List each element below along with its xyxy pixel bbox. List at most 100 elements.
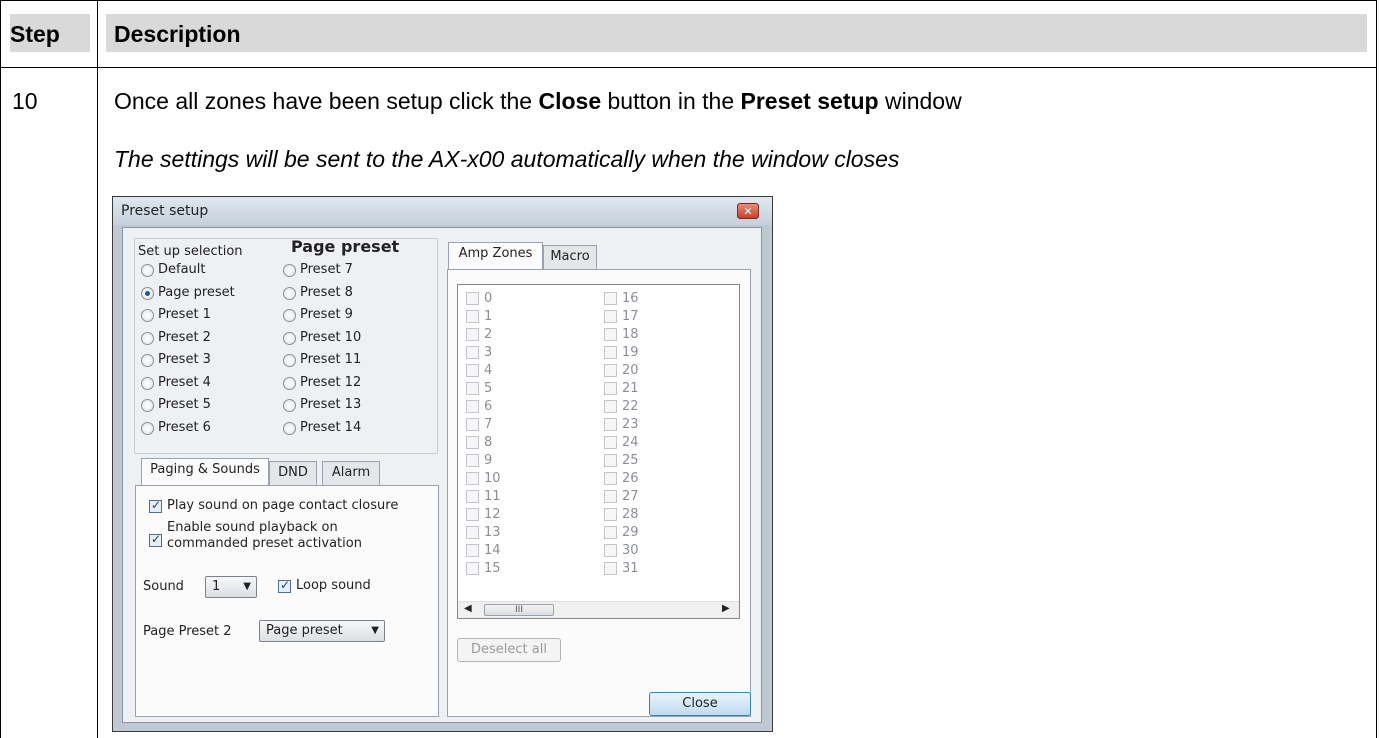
- zone-checkbox[interactable]: [604, 436, 617, 449]
- zone-label: 18: [622, 327, 639, 342]
- zone-checkbox[interactable]: [466, 454, 479, 467]
- preset-radio[interactable]: [283, 376, 296, 390]
- preset-radio[interactable]: [141, 331, 154, 345]
- zone-label: 21: [622, 381, 639, 396]
- enable-playback-checkbox[interactable]: [149, 532, 162, 547]
- table-border-right: [1376, 0, 1377, 738]
- preset-radio-label: Preset 4: [158, 374, 211, 390]
- page-preset-select[interactable]: Page preset ▼: [259, 620, 385, 642]
- zone-checkbox[interactable]: [466, 346, 479, 359]
- step-number: 10: [12, 88, 38, 114]
- zone-label: 4: [484, 363, 493, 378]
- sound-select-value: 1: [212, 579, 221, 594]
- zone-checkbox[interactable]: [466, 310, 479, 323]
- zone-checkbox[interactable]: [604, 310, 617, 323]
- preset-radio[interactable]: [141, 286, 154, 300]
- preset-radio[interactable]: [141, 354, 154, 367]
- preset-radio[interactable]: [283, 399, 296, 412]
- chevron-down-icon: ▼: [371, 625, 379, 636]
- page-preset-select-value: Page preset: [266, 623, 343, 638]
- zone-label: 20: [622, 363, 639, 378]
- zone-checkbox[interactable]: [604, 508, 617, 521]
- zone-checkbox[interactable]: [466, 562, 479, 575]
- zone-label: 29: [622, 525, 639, 540]
- scroll-left-icon[interactable]: ◀: [464, 603, 472, 614]
- deselect-all-button[interactable]: Deselect all: [457, 638, 561, 662]
- tab-macro-label: Macro: [550, 249, 590, 264]
- scroll-thumb-grip: III: [515, 605, 523, 615]
- preset-radio[interactable]: [141, 309, 154, 322]
- zone-checkbox[interactable]: [466, 472, 479, 485]
- zone-checkbox[interactable]: [466, 526, 479, 539]
- zone-checkbox[interactable]: [466, 364, 479, 377]
- zone-label: 13: [484, 525, 501, 540]
- tab-paging-sounds[interactable]: Paging & Sounds: [141, 458, 269, 485]
- zone-checkbox[interactable]: [466, 292, 479, 305]
- zone-checkbox[interactable]: [604, 490, 617, 503]
- zone-checkbox[interactable]: [604, 544, 617, 557]
- zone-checkbox[interactable]: [466, 544, 479, 557]
- zone-checkbox[interactable]: [466, 490, 479, 503]
- zone-checkbox[interactable]: [604, 454, 617, 467]
- zone-checkbox[interactable]: [604, 364, 617, 377]
- tab-dnd[interactable]: DND: [269, 461, 317, 485]
- zone-label: 14: [484, 543, 501, 558]
- zone-label: 24: [622, 435, 639, 450]
- tab-macro[interactable]: Macro: [543, 245, 597, 269]
- zone-checkbox[interactable]: [466, 508, 479, 521]
- tab-dnd-label: DND: [278, 465, 308, 480]
- scroll-thumb[interactable]: III: [484, 604, 554, 616]
- preset-radio-label: Preset 14: [300, 419, 362, 435]
- preset-radio[interactable]: [283, 421, 296, 435]
- close-button[interactable]: Close: [649, 692, 751, 716]
- page-preset-heading: Page preset: [291, 237, 400, 256]
- zone-label: 26: [622, 471, 639, 486]
- preset-radio-label: Preset 2: [158, 329, 211, 345]
- preset-radio[interactable]: [283, 331, 296, 345]
- zone-label: 12: [484, 507, 501, 522]
- preset-radio[interactable]: [283, 309, 296, 322]
- zone-checkbox[interactable]: [604, 418, 617, 431]
- scroll-right-icon[interactable]: ▶: [722, 603, 730, 614]
- window-title: Preset setup: [121, 203, 209, 219]
- zone-checkbox[interactable]: [604, 400, 617, 413]
- zone-checkbox[interactable]: [604, 328, 617, 341]
- header-description-cell: [106, 14, 1367, 52]
- preset-radio[interactable]: [283, 354, 296, 367]
- zone-checkbox[interactable]: [604, 562, 617, 575]
- zone-label: 15: [484, 561, 501, 576]
- preset-radio-label: Preset 5: [158, 397, 211, 412]
- preset-radio[interactable]: [141, 264, 154, 277]
- preset-radio[interactable]: [141, 399, 154, 412]
- preset-radio[interactable]: [283, 264, 296, 277]
- zone-label: 16: [622, 291, 639, 306]
- table-border-top: [0, 0, 1377, 1]
- window-close-icon[interactable]: ✕: [737, 203, 759, 219]
- window-client-area: Set up selection Page preset Default Page…: [122, 227, 762, 723]
- preset-radio[interactable]: [283, 286, 296, 300]
- preset-radio[interactable]: [141, 376, 154, 390]
- zone-checkbox[interactable]: [466, 436, 479, 449]
- zone-checkbox[interactable]: [466, 382, 479, 395]
- chevron-down-icon: ▼: [243, 581, 251, 592]
- preset-radio-label: Preset 8: [300, 284, 353, 300]
- zone-checkbox[interactable]: [604, 472, 617, 485]
- zone-checkbox[interactable]: [604, 526, 617, 539]
- zone-label: 7: [484, 417, 493, 432]
- preset-radio[interactable]: [141, 421, 154, 435]
- zone-checkbox[interactable]: [466, 400, 479, 413]
- horizontal-scrollbar[interactable]: ◀ III ▶: [458, 601, 739, 618]
- zone-checkbox[interactable]: [604, 382, 617, 395]
- sound-select[interactable]: 1 ▼: [205, 576, 257, 598]
- zone-checkbox[interactable]: [466, 328, 479, 341]
- enable-playback-label-line2: commanded preset activation: [167, 536, 362, 551]
- zone-checkbox[interactable]: [604, 292, 617, 305]
- loop-sound-checkbox[interactable]: [278, 578, 291, 593]
- table-column-divider: [97, 0, 98, 738]
- tab-alarm[interactable]: Alarm: [322, 461, 380, 485]
- zone-checkbox[interactable]: [604, 346, 617, 359]
- zone-checkbox[interactable]: [466, 418, 479, 431]
- zone-label: 19: [622, 345, 639, 360]
- tab-amp-zones[interactable]: Amp Zones: [448, 242, 543, 269]
- play-sound-checkbox[interactable]: [149, 498, 162, 513]
